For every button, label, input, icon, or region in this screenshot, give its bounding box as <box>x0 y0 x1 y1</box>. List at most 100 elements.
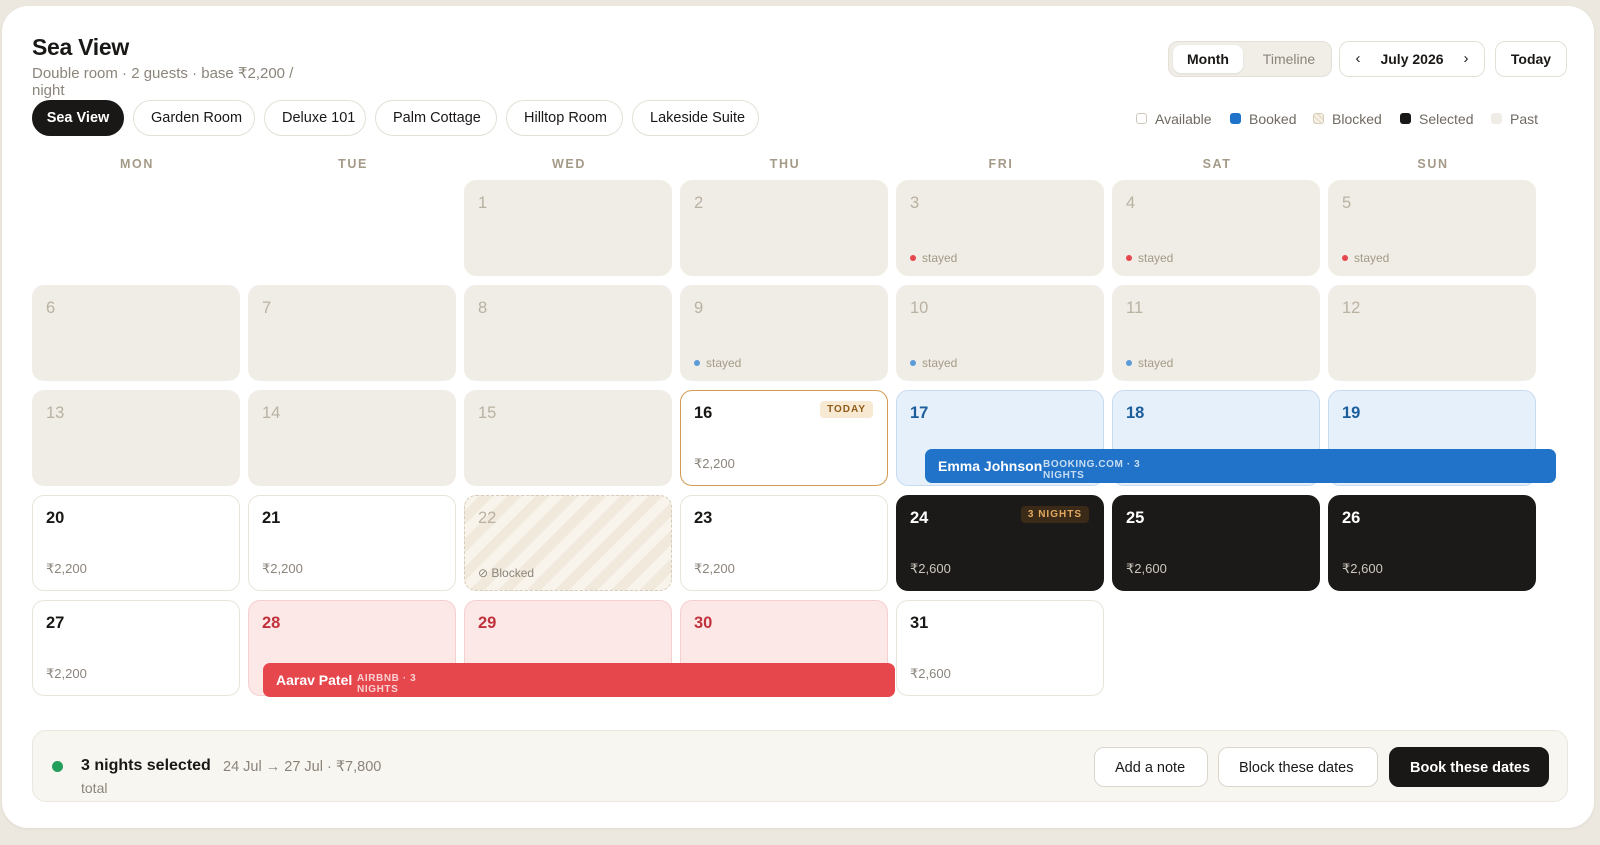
view-toggle: Month Timeline <box>1168 41 1332 77</box>
day-number: 5 <box>1342 194 1352 212</box>
available-swatch-icon <box>1136 113 1147 124</box>
stayed-label: stayed <box>922 356 958 370</box>
day-cell-3: 3 stayed <box>896 180 1104 276</box>
day-number: 27 <box>46 614 65 632</box>
day-number: 14 <box>262 404 281 422</box>
stayed-note: stayed <box>1126 356 1173 370</box>
stayed-note: stayed <box>1342 251 1389 265</box>
nightly-price: ₹2,200 <box>46 666 87 681</box>
day-cell-11: 11 stayed <box>1112 285 1320 381</box>
day-number: 18 <box>1126 404 1145 422</box>
nightly-price: ₹2,600 <box>910 666 951 681</box>
day-cell-7: 7 <box>248 285 456 381</box>
property-tab-deluxe-101[interactable]: Deluxe 101 <box>264 100 366 136</box>
booking-guest-name: Emma Johnson <box>938 458 1043 474</box>
stayed-dot-icon <box>1126 360 1132 366</box>
day-number: 7 <box>262 299 272 317</box>
booking-bar-aarav-patel[interactable]: Aarav Patel AIRBNB · 3 NIGHTS <box>263 663 895 697</box>
nightly-price: ₹2,600 <box>910 561 951 576</box>
day-cell-23[interactable]: 23 ₹2,200 <box>680 495 888 591</box>
day-cell-9: 9 stayed <box>680 285 888 381</box>
current-month-label: July 2026 <box>1380 51 1444 67</box>
day-cell-20[interactable]: 20 ₹2,200 <box>32 495 240 591</box>
day-number: 24 <box>910 509 929 527</box>
block-dates-button[interactable]: Block these dates <box>1218 747 1378 787</box>
page-title: Sea View <box>32 34 129 60</box>
property-tab-hilltop-room[interactable]: Hilltop Room <box>506 100 623 136</box>
stayed-note: stayed <box>910 251 957 265</box>
day-cell-15: 15 <box>464 390 672 486</box>
day-cell-13: 13 <box>32 390 240 486</box>
day-number: 16 <box>694 404 713 422</box>
day-cell-21[interactable]: 21 ₹2,200 <box>248 495 456 591</box>
stayed-dot-icon <box>910 360 916 366</box>
day-number: 1 <box>478 194 488 212</box>
day-cell-16[interactable]: 16 ₹2,200 TODAY <box>680 390 888 486</box>
day-number: 30 <box>694 614 713 632</box>
day-number: 13 <box>46 404 65 422</box>
day-cell-4: 4 stayed <box>1112 180 1320 276</box>
day-cell-31[interactable]: 31 ₹2,600 <box>896 600 1104 696</box>
booking-source: BOOKING.COM · 3 NIGHTS <box>1043 459 1141 481</box>
stayed-dot-icon <box>910 255 916 261</box>
book-dates-button[interactable]: Book these dates <box>1389 747 1549 787</box>
weekday-header: SAT <box>1202 157 1232 171</box>
room-subtitle: Double room · 2 guests · base ₹2,200 / n… <box>32 65 294 99</box>
status-dot-icon <box>52 761 63 772</box>
blocked-note: ⊘ Blocked <box>478 566 534 580</box>
weekday-header: TUE <box>338 157 368 171</box>
day-cell-25[interactable]: 25 ₹2,600 <box>1112 495 1320 591</box>
day-number: 26 <box>1342 509 1361 527</box>
blocked-swatch-icon <box>1313 113 1324 124</box>
today-button[interactable]: Today <box>1495 41 1567 77</box>
stayed-note: stayed <box>1126 251 1173 265</box>
stayed-label: stayed <box>1354 251 1390 265</box>
day-number: 21 <box>262 509 281 527</box>
nights-badge: 3 NIGHTS <box>1020 506 1089 523</box>
day-number: 23 <box>694 509 713 527</box>
day-cell-22[interactable]: 22 ⊘ Blocked <box>464 495 672 591</box>
booking-bar-emma-johnson[interactable]: Emma Johnson BOOKING.COM · 3 NIGHTS <box>925 449 1556 483</box>
weekday-header: THU <box>769 157 801 171</box>
day-cell-2: 2 <box>680 180 888 276</box>
property-tab-lakeside-suite[interactable]: Lakeside Suite <box>632 100 759 136</box>
selected-swatch-icon <box>1400 113 1411 124</box>
stayed-label: stayed <box>1138 356 1174 370</box>
day-cell-14: 14 <box>248 390 456 486</box>
day-cell-24[interactable]: 24 ₹2,600 3 NIGHTS <box>896 495 1104 591</box>
blocked-label: Blocked <box>491 566 535 580</box>
property-tab-sea-view[interactable]: Sea View <box>32 100 124 136</box>
day-number: 9 <box>694 299 704 317</box>
stayed-dot-icon <box>1126 255 1132 261</box>
nightly-price: ₹2,200 <box>694 456 735 471</box>
day-cell-12: 12 <box>1328 285 1536 381</box>
day-number: 20 <box>46 509 65 527</box>
chevron-left-icon[interactable]: ‹ <box>1344 42 1372 76</box>
selection-footer: 3 nights selected 24 Jul → 27 Jul · ₹7,8… <box>32 730 1568 802</box>
chevron-right-icon[interactable]: › <box>1452 42 1480 76</box>
day-cell-26[interactable]: 26 ₹2,600 <box>1328 495 1536 591</box>
day-cell-10: 10 stayed <box>896 285 1104 381</box>
property-tab-garden-room[interactable]: Garden Room <box>133 100 255 136</box>
add-note-button[interactable]: Add a note <box>1094 747 1208 787</box>
day-number: 12 <box>1342 299 1361 317</box>
day-cell-27[interactable]: 27 ₹2,200 <box>32 600 240 696</box>
selection-total-label: total <box>81 780 108 796</box>
day-number: 2 <box>694 194 704 212</box>
nightly-price: ₹2,600 <box>1342 561 1383 576</box>
weekday-header: WED <box>552 157 586 171</box>
day-number: 10 <box>910 299 929 317</box>
day-number: 19 <box>1342 404 1361 422</box>
weekday-header: MON <box>120 157 154 171</box>
property-tab-palm-cottage[interactable]: Palm Cottage <box>375 100 497 136</box>
view-timeline-button[interactable]: Timeline <box>1249 45 1329 73</box>
day-cell-6: 6 <box>32 285 240 381</box>
day-number: 31 <box>910 614 929 632</box>
weekday-header: SUN <box>1417 157 1449 171</box>
selection-range: 24 Jul → 27 Jul · ₹7,800 <box>223 759 382 775</box>
view-month-button[interactable]: Month <box>1173 45 1243 73</box>
day-number: 29 <box>478 614 497 632</box>
booked-swatch-icon <box>1230 113 1241 124</box>
day-number: 22 <box>478 509 497 527</box>
today-badge: TODAY <box>820 401 873 418</box>
